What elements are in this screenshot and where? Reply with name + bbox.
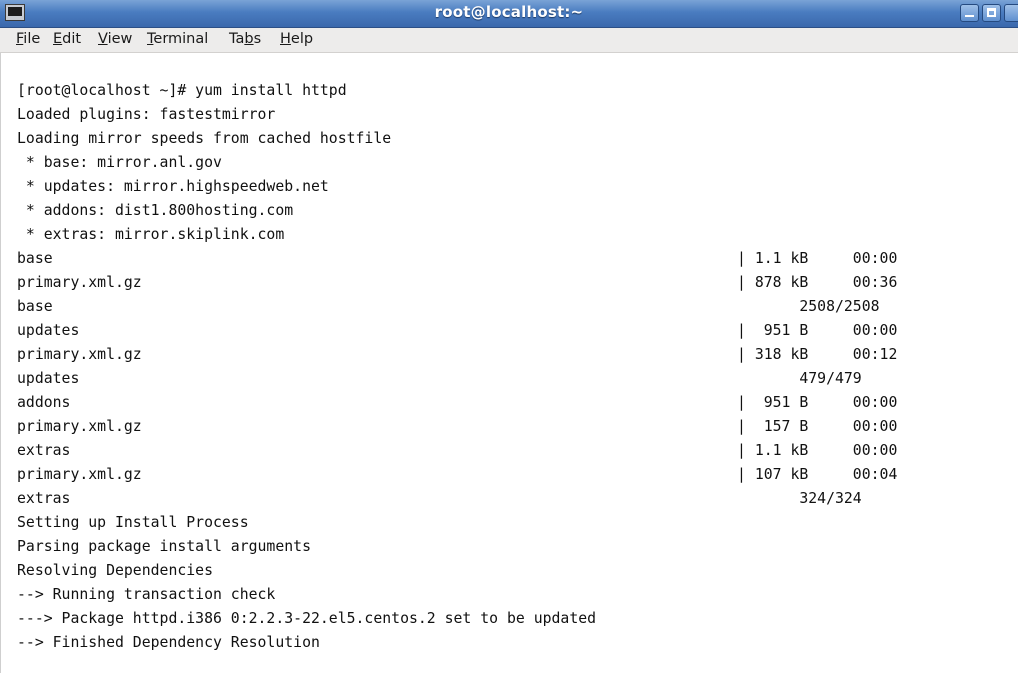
terminal-line: primary.xml.gz <box>17 418 142 435</box>
menu-edit[interactable]: Edit <box>53 31 81 47</box>
download-progress: | 1.1 kB 00:00 <box>737 442 898 459</box>
download-progress: | 1.1 kB 00:00 <box>737 250 898 267</box>
menu-help[interactable]: Help <box>280 31 313 47</box>
terminal-line: * base: mirror.anl.gov <box>17 154 222 171</box>
terminal-line: primary.xml.gz <box>17 346 142 363</box>
terminal-line: Loaded plugins: fastestmirror <box>17 106 276 123</box>
terminal-line: ---> Package httpd.i386 0:2.2.3-22.el5.c… <box>17 610 597 627</box>
terminal-line: * addons: dist1.800hosting.com <box>17 202 294 219</box>
package-count: 479/479 <box>737 370 862 387</box>
menu-terminal[interactable]: Terminal <box>147 31 208 47</box>
terminal-line: Parsing package install arguments <box>17 538 311 555</box>
terminal-line: extras <box>17 490 71 507</box>
terminal-line: primary.xml.gz <box>17 466 142 483</box>
minimize-icon <box>965 15 974 17</box>
package-count: 2508/2508 <box>737 298 880 315</box>
download-progress: | 951 B 00:00 <box>737 394 898 411</box>
terminal-line: primary.xml.gz <box>17 274 142 291</box>
menu-bar: File Edit View Terminal Tabs Help <box>0 28 1018 53</box>
terminal-window: root@localhost:~ File Edit View Terminal… <box>0 0 1018 673</box>
download-progress: | 157 B 00:00 <box>737 418 898 435</box>
download-progress: | 878 kB 00:36 <box>737 274 898 291</box>
terminal-line: * extras: mirror.skiplink.com <box>17 226 285 243</box>
terminal-line: updates <box>17 370 80 387</box>
menu-view[interactable]: View <box>98 31 132 47</box>
terminal-line: Setting up Install Process <box>17 514 249 531</box>
terminal-line: [root@localhost ~]# yum install httpd <box>17 82 347 99</box>
terminal-line: updates <box>17 322 80 339</box>
terminal-line: extras <box>17 442 71 459</box>
terminal-line: --> Running transaction check <box>17 586 276 603</box>
window-title: root@localhost:~ <box>434 3 584 21</box>
terminal-line: base <box>17 298 53 315</box>
terminal-line: --> Finished Dependency Resolution <box>17 634 320 651</box>
download-progress: | 107 kB 00:04 <box>737 466 898 483</box>
maximize-icon <box>987 8 996 17</box>
maximize-button[interactable] <box>982 4 1001 22</box>
terminal-line: Resolving Dependencies <box>17 562 213 579</box>
terminal-line: * updates: mirror.highspeedweb.net <box>17 178 329 195</box>
title-bar[interactable]: root@localhost:~ <box>0 0 1018 28</box>
package-count: 324/324 <box>737 490 862 507</box>
menu-file[interactable]: File <box>16 31 40 47</box>
download-progress: | 318 kB 00:12 <box>737 346 898 363</box>
terminal-output[interactable]: [root@localhost ~]# yum install httpd Lo… <box>0 53 1018 673</box>
close-button[interactable] <box>1004 4 1018 22</box>
terminal-line: Loading mirror speeds from cached hostfi… <box>17 130 392 147</box>
terminal-line: base <box>17 250 53 267</box>
terminal-line: addons <box>17 394 71 411</box>
download-progress: | 951 B 00:00 <box>737 322 898 339</box>
menu-tabs[interactable]: Tabs <box>229 31 261 47</box>
minimize-button[interactable] <box>960 4 979 22</box>
